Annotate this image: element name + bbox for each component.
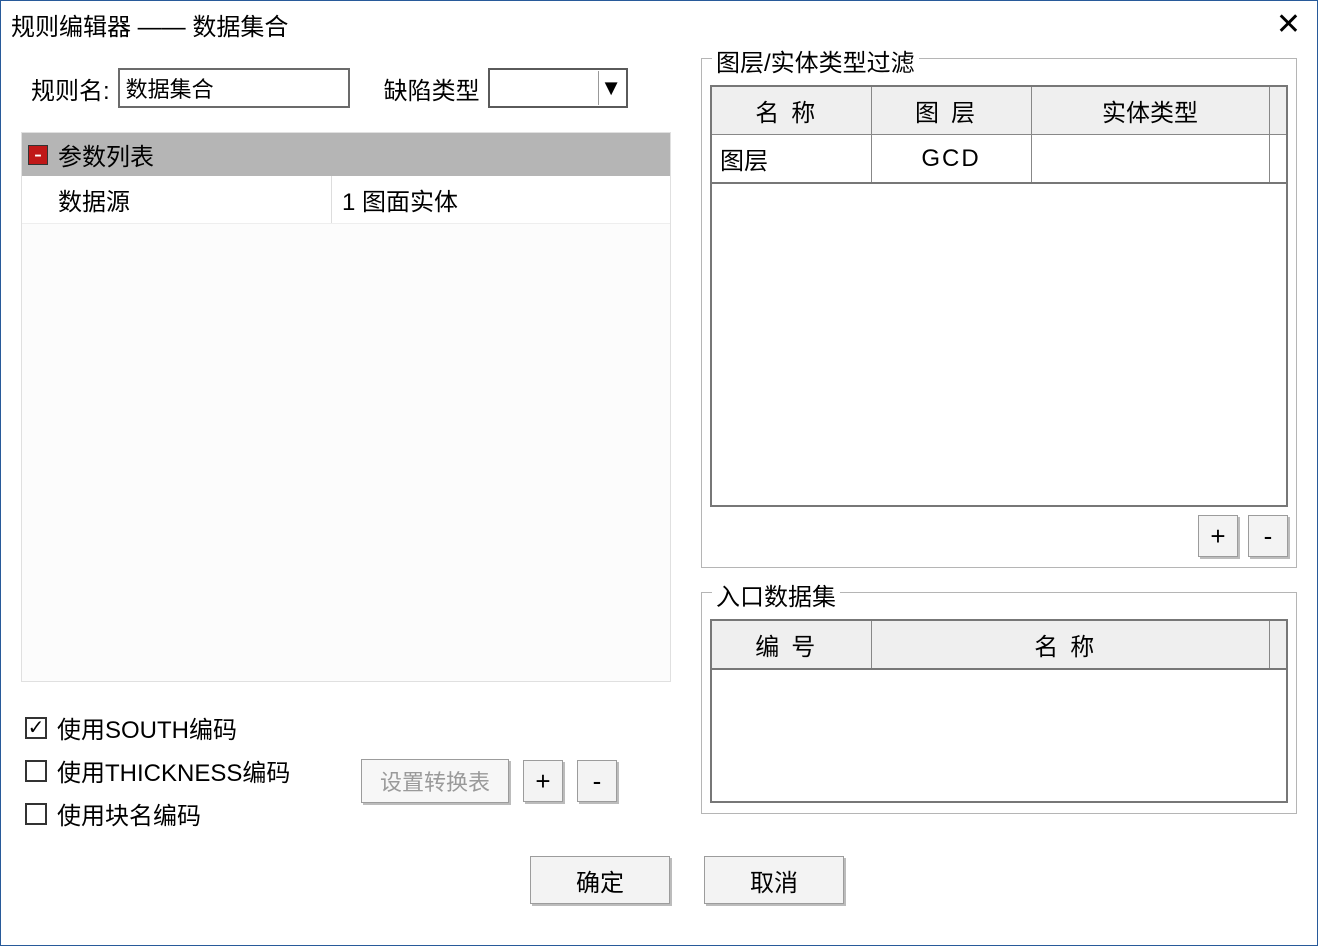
cancel-button[interactable]: 取消 [704,856,844,904]
param-value: 1 图面实体 [332,176,670,223]
col-name: 名称 [711,86,871,135]
col-spacer [1270,620,1288,669]
add-button[interactable]: + [523,760,563,802]
param-name: 数据源 [22,176,332,223]
checkbox-label: 使用块名编码 [57,796,201,831]
col-etype: 实体类型 [1031,86,1269,135]
checkbox-label: 使用SOUTH编码 [57,710,237,745]
table-row[interactable]: 图层 GCD [711,135,1287,184]
cell-etype [1031,135,1269,184]
defect-type-label: 缺陷类型 [384,71,480,106]
param-list-panel: - 参数列表 数据源 1 图面实体 [21,132,671,682]
cell-layer: GCD [871,135,1031,184]
filter-table: 名称 图层 实体类型 图层 GCD [710,85,1288,184]
checkbox-thickness[interactable]: 使用THICKNESS编码 [25,753,671,788]
defect-type-dropdown[interactable]: ▼ [488,68,628,108]
filter-table-body [710,184,1288,507]
param-list-title: 参数列表 [58,137,154,172]
entry-table: 编号 名称 [710,619,1288,670]
chevron-down-icon[interactable]: ▼ [598,71,624,105]
filter-add-button[interactable]: + [1198,515,1238,557]
ok-button[interactable]: 确定 [530,856,670,904]
filter-remove-button[interactable]: - [1248,515,1288,557]
dialog-buttons: 确定 取消 [530,856,844,904]
collapse-icon[interactable]: - [28,145,48,165]
left-column: 规则名: 缺陷类型 ▼ - 参数列表 数据源 1 图面实体 [21,58,671,814]
checkbox-area: 使用SOUTH编码 使用THICKNESS编码 使用块名编码 设置转换表 + - [21,702,671,803]
checkbox-icon[interactable] [25,717,47,739]
checkbox-block[interactable]: 使用块名编码 [25,796,671,831]
content-area: 规则名: 缺陷类型 ▼ - 参数列表 数据源 1 图面实体 [1,48,1317,824]
entry-table-body [710,670,1288,803]
window-title: 规则编辑器 —— 数据集合 [11,7,288,42]
table-header-row: 编号 名称 [711,620,1287,669]
checkbox-label: 使用THICKNESS编码 [57,753,290,788]
rule-name-input[interactable] [118,68,350,108]
entry-legend: 入口数据集 [712,577,840,612]
top-form-row: 规则名: 缺陷类型 ▼ [31,68,671,108]
col-name: 名称 [871,620,1270,669]
entry-fieldset: 入口数据集 编号 名称 [701,592,1297,814]
table-header-row: 名称 图层 实体类型 [711,86,1287,135]
remove-button[interactable]: - [577,760,617,802]
param-list-header[interactable]: - 参数列表 [22,133,670,176]
conv-table-button[interactable]: 设置转换表 [361,759,509,803]
filter-buttons: + - [710,515,1288,557]
filter-fieldset: 图层/实体类型过滤 名称 图层 实体类型 图层 GCD + - [701,58,1297,568]
checkbox-icon[interactable] [25,760,47,782]
col-spacer [1269,86,1287,135]
col-id: 编号 [711,620,871,669]
right-column: 图层/实体类型过滤 名称 图层 实体类型 图层 GCD + - [701,58,1297,814]
checkbox-south[interactable]: 使用SOUTH编码 [25,710,671,745]
col-layer: 图层 [871,86,1031,135]
filter-legend: 图层/实体类型过滤 [712,43,919,78]
title-bar: 规则编辑器 —— 数据集合 ✕ [1,1,1317,48]
close-icon[interactable]: ✕ [1270,10,1307,40]
cell-name: 图层 [711,135,871,184]
rule-name-label: 规则名: [31,71,110,106]
checkbox-icon[interactable] [25,803,47,825]
param-row[interactable]: 数据源 1 图面实体 [22,176,670,224]
